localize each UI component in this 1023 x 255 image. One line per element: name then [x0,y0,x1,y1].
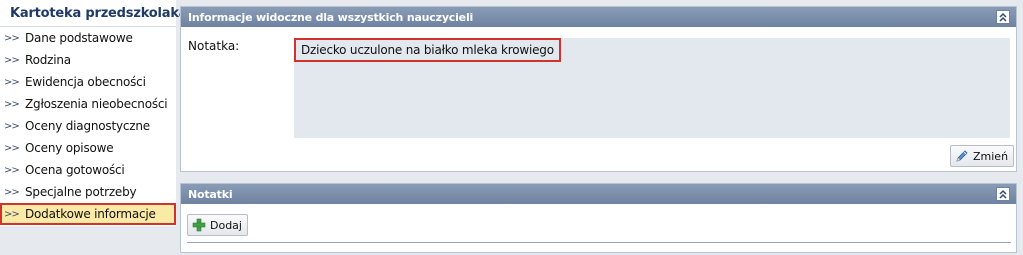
sidebar-title: Kartoteka przedszkolaka [10,5,188,21]
sidebar-item-dane-podstawowe[interactable]: >> Dane podstawowe [0,27,176,49]
sidebar-item-label: Zgłoszenia nieobecności [25,97,168,111]
change-button[interactable]: Zmień [950,145,1015,167]
add-note-button[interactable]: Dodaj [187,214,248,236]
sidebar-item-label: Rodzina [25,53,71,67]
sidebar-item-label: Ewidencja obecności [25,75,146,89]
sidebar-item-label: Specjalne potrzeby [25,185,137,199]
sidebar-item-label: Dodatkowe informacje [25,207,156,221]
collapse-notes-button[interactable] [996,187,1010,201]
sidebar-item-label: Oceny opisowe [25,141,114,155]
add-note-button-label: Dodaj [210,218,242,232]
chevron-right-icon: >> [4,164,20,176]
double-chevron-up-icon [999,189,1007,199]
note-label: Notatka: [188,39,240,53]
sidebar: Kartoteka przedszkolaka >> Dane podstawo… [0,0,188,255]
chevron-right-icon: >> [4,208,20,220]
notes-divider [187,242,1011,243]
sidebar-item-oceny-diagnostyczne[interactable]: >> Oceny diagnostyczne [0,115,176,137]
sidebar-item-dodatkowe-informacje[interactable]: >> Dodatkowe informacje [0,203,176,225]
chevron-right-icon: >> [4,32,20,44]
collapse-info-button[interactable] [996,10,1010,24]
notes-panel-header: Notatki [181,184,1016,204]
notes-panel-title: Notatki [188,187,233,201]
double-chevron-up-icon [999,12,1007,22]
chevron-right-icon: >> [4,98,20,110]
sidebar-item-label: Oceny diagnostyczne [25,119,150,133]
sidebar-item-ewidencja-obecnosci[interactable]: >> Ewidencja obecności [0,71,176,93]
sidebar-footer [0,226,176,255]
info-panel-header: Informacje widoczne dla wszystkich naucz… [181,7,1016,27]
note-value: Dziecko uczulone na białko mleka krowieg… [294,38,561,62]
chevron-right-icon: >> [4,142,20,154]
notes-panel: Notatki Dodaj [180,183,1017,253]
sidebar-header: Kartoteka przedszkolaka [0,0,188,27]
sidebar-item-label: Dane podstawowe [25,31,133,45]
chevron-right-icon: >> [4,76,20,88]
change-button-label: Zmień [973,149,1009,163]
chevron-right-icon: >> [4,54,20,66]
sidebar-item-oceny-opisowe[interactable]: >> Oceny opisowe [0,137,176,159]
sidebar-item-specjalne-potrzeby[interactable]: >> Specjalne potrzeby [0,181,176,203]
sidebar-item-label: Ocena gotowości [25,163,125,177]
sidebar-item-rodzina[interactable]: >> Rodzina [0,49,176,71]
plus-icon [192,218,206,232]
info-panel-title: Informacje widoczne dla wszystkich naucz… [188,10,474,24]
sidebar-item-ocena-gotowosci[interactable]: >> Ocena gotowości [0,159,176,181]
pencil-icon [956,150,968,162]
sidebar-item-zgloszenia-nieobecnosci[interactable]: >> Zgłoszenia nieobecności [0,93,176,115]
sidebar-menu: >> Dane podstawowe >> Rodzina >> Ewidenc… [0,27,176,225]
chevron-right-icon: >> [4,120,20,132]
info-panel: Informacje widoczne dla wszystkich naucz… [180,6,1017,172]
chevron-right-icon: >> [4,186,20,198]
